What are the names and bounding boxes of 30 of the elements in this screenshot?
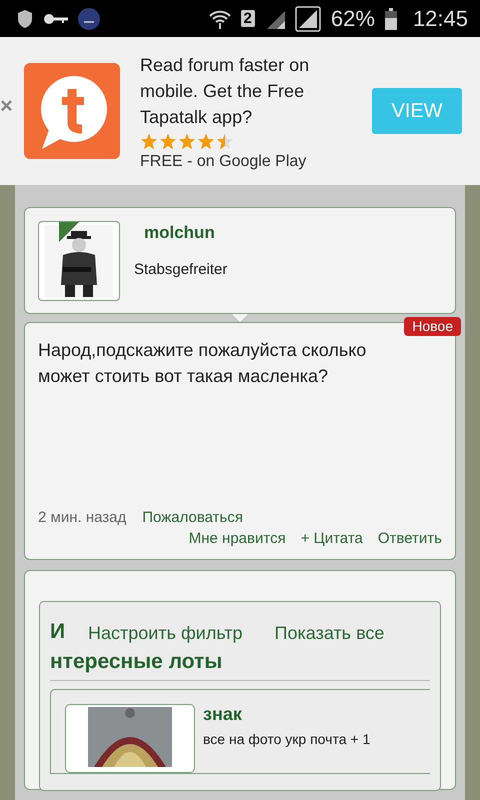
lots-link[interactable]: Показать все [274,623,384,644]
post-action-link[interactable]: + Цитата [300,530,363,547]
shield-icon [16,8,34,28]
signal-icon [264,8,285,28]
report-link[interactable]: Пожаловаться [142,509,243,526]
speech-bubble-logo-icon [24,63,120,159]
battery-icon [384,8,397,30]
author-name[interactable]: molchun [144,223,228,243]
close-button[interactable]: × [0,93,13,119]
post-time: 2 мин. назад [38,509,126,526]
lots-heading: нтересные лоты [50,650,430,681]
author-rank: Stabsgefreiter [134,261,228,278]
key-icon [44,12,68,24]
ad-text: Read forum faster on mobile. Get the Free Tapatalk app? [140,54,310,129]
new-badge: Новое [404,317,461,336]
post-text: Народ,подскажите пожалуйста сколько может стоить вот такая масленка? [38,339,368,388]
lots-heading: И [50,620,66,644]
lot-title: знак [203,704,243,725]
wifi-icon [208,8,231,28]
battery-percent: 62% [330,6,375,32]
post-action-link[interactable]: Мне нравится [188,530,286,547]
clock: 12:45 [412,6,468,32]
corner-flag-icon [59,222,79,242]
signal-icon [294,6,321,32]
lot-description: все на фото укр почта + 1 [203,731,370,747]
post-action-link[interactable]: Ответить [378,530,442,547]
sim-indicator: 2 [240,10,255,27]
app-icon [78,8,100,30]
lots-link[interactable]: Настроить фильтр [88,623,243,644]
store-text: FREE - on Google Play [140,152,308,170]
